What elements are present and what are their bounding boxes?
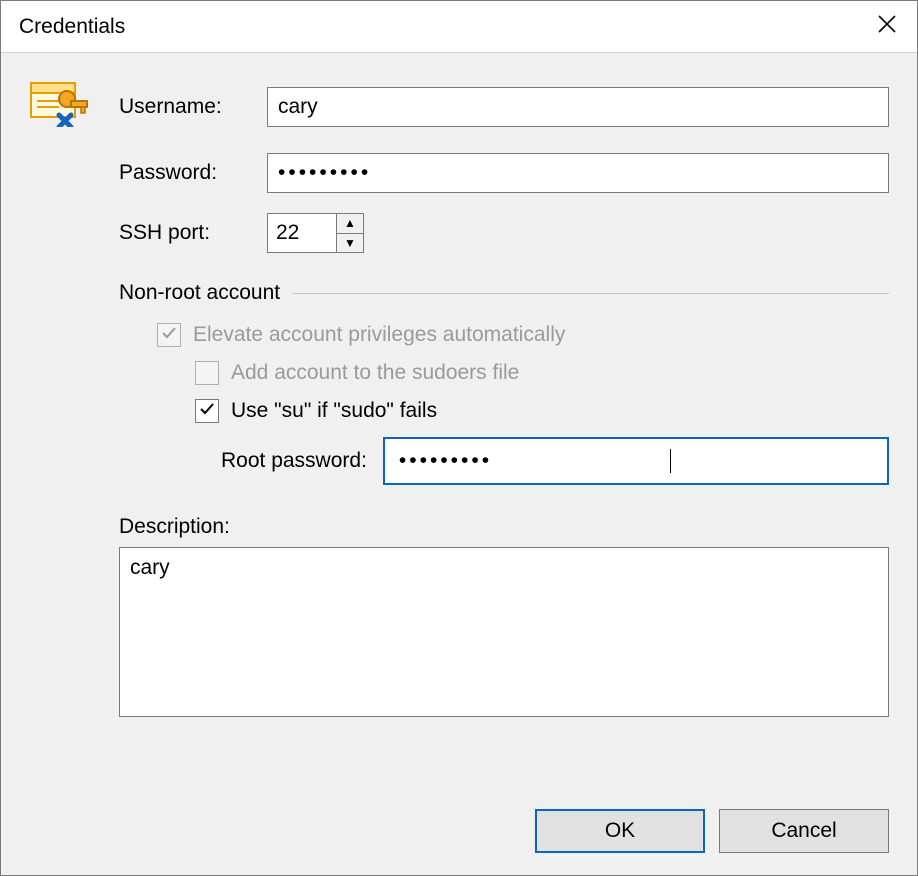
window-title: Credentials (19, 15, 857, 39)
elevate-label: Elevate account privileges automatically (193, 323, 565, 347)
ssh-port-input[interactable] (268, 214, 336, 252)
triangle-down-icon: ▼ (344, 237, 356, 249)
root-password-input[interactable] (397, 448, 672, 474)
reveal-password-button[interactable] (849, 446, 879, 476)
use-su-checkbox[interactable] (195, 399, 219, 423)
titlebar: Credentials (1, 1, 917, 53)
password-label: Password: (119, 161, 267, 185)
username-input[interactable] (267, 87, 889, 127)
group-divider (292, 293, 889, 294)
credentials-icon (29, 81, 119, 133)
non-root-account-group: Non-root account Elevate account privile… (119, 281, 889, 485)
use-su-label: Use "su" if "sudo" fails (231, 399, 437, 423)
ssh-port-spinner[interactable]: ▲ ▼ (267, 213, 364, 253)
description-label: Description: (119, 515, 889, 539)
checkmark-icon (161, 323, 177, 347)
close-button[interactable] (857, 1, 917, 53)
sudoers-checkbox (195, 361, 219, 385)
cancel-button[interactable]: Cancel (719, 809, 889, 853)
ssh-port-label: SSH port: (119, 221, 267, 245)
description-textarea[interactable] (119, 547, 889, 717)
password-input[interactable] (267, 153, 889, 193)
root-password-field[interactable] (383, 437, 889, 485)
close-icon (877, 14, 897, 40)
sudoers-label: Add account to the sudoers file (231, 361, 519, 385)
ok-button[interactable]: OK (535, 809, 705, 853)
credentials-dialog: Credentials Username: (0, 0, 918, 876)
client-area: Username: Password: SSH port: ▲ ▼ Non-ro… (1, 53, 917, 875)
ssh-port-up[interactable]: ▲ (337, 214, 363, 234)
triangle-up-icon: ▲ (344, 217, 356, 229)
elevate-checkbox (157, 323, 181, 347)
ssh-port-down[interactable]: ▼ (337, 234, 363, 253)
text-caret (670, 449, 671, 473)
group-title: Non-root account (119, 281, 280, 305)
root-password-label: Root password: (221, 449, 367, 473)
username-label: Username: (119, 95, 267, 119)
checkmark-icon (199, 399, 215, 423)
